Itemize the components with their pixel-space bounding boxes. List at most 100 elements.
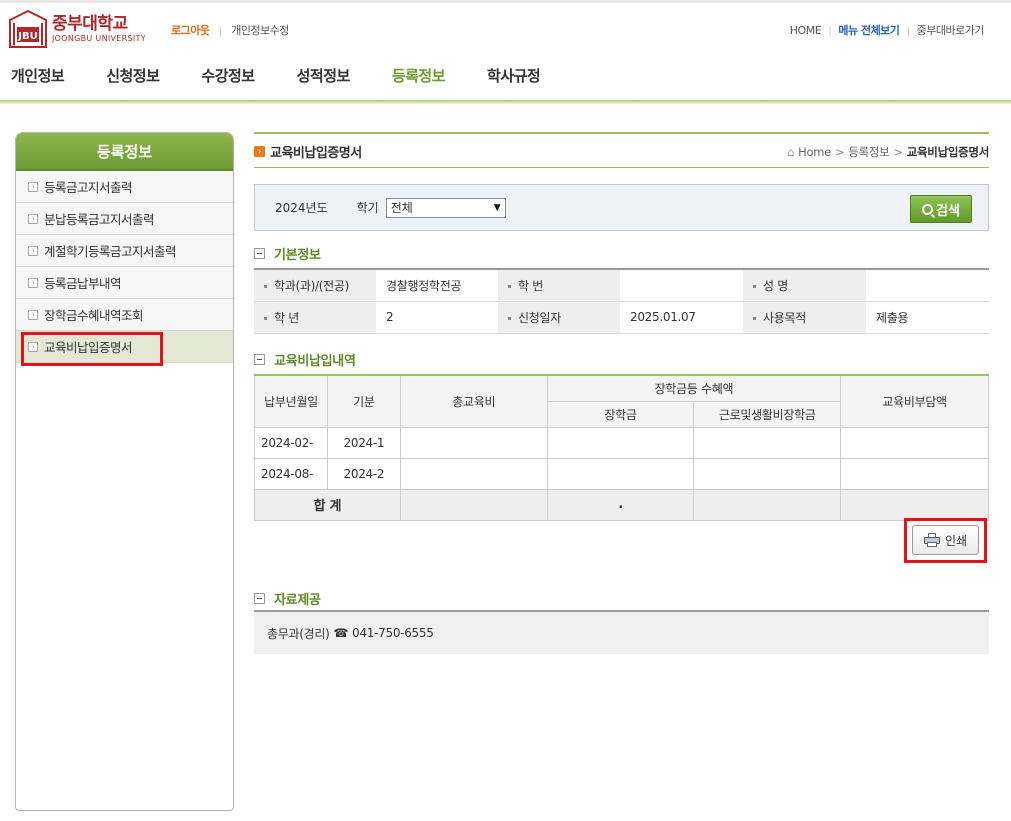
term-label: 학기	[356, 201, 379, 215]
provide-title: 자료제공	[274, 593, 321, 608]
sidebar-item-label: 장학금수혜내역조회	[44, 308, 144, 323]
nav-course-info[interactable]: 수강정보	[201, 65, 255, 91]
title-bullet-icon: ›	[254, 146, 265, 157]
col-header-total: 총교육비	[399, 374, 548, 428]
university-logo[interactable]: JBU 중부대학교 JOONGBU UNIVERSITY	[8, 9, 146, 49]
sidebar: 등록정보 › 등록금고지서출력 › 분납등록금고지서출력 › 계절학기등록금고지서출력…	[15, 132, 234, 811]
title-bottom-line	[254, 167, 989, 168]
term-select-value: 전체	[390, 201, 413, 215]
burden-sum-cell	[840, 488, 989, 521]
highlight-box-sidebar	[21, 332, 163, 366]
payment-date-cell: 2024-02-	[254, 426, 328, 459]
sidebar-title: 등록정보	[16, 133, 233, 171]
work-scholarship-cell	[693, 426, 842, 459]
chevron-right-icon: ›	[28, 181, 38, 192]
nav-personal-info[interactable]: 개인정보	[11, 65, 65, 91]
university-emblem-icon: JBU	[8, 9, 48, 48]
logout-link[interactable]: 로그아웃	[171, 22, 210, 38]
col-header-work-scholarship: 근로및생활비장학금	[693, 400, 842, 428]
provide-panel: 총무과(경리) ☎ 041-750-6555	[254, 610, 989, 654]
provide-dept: 총무과(경리)	[267, 626, 330, 641]
col-header-burden: 교육비부담액	[840, 374, 989, 428]
search-panel: 2024년도 학기 전체 ▼ 검색	[254, 184, 989, 231]
nav-registration-info[interactable]: 등록정보	[392, 65, 446, 91]
payment-date-cell: 2024-08-	[254, 457, 328, 490]
term-select[interactable]: 전체 ▼	[385, 197, 506, 218]
provide-heading: 자료제공	[254, 589, 321, 608]
logo-korean-name: 중부대학교	[52, 14, 128, 34]
grade-value: 2	[376, 301, 498, 334]
col-header-date: 납부년월일	[254, 374, 328, 428]
home-icon: ⌂	[787, 145, 795, 159]
sidebar-item-label: 등록금고지서출력	[44, 180, 133, 195]
sidebar-item-tuition-notice[interactable]: › 등록금고지서출력	[16, 171, 233, 203]
breadcrumb-registration[interactable]: 등록정보	[848, 144, 889, 160]
page-title-text: 교육비납입증명서	[270, 146, 362, 161]
apply-date-label: 신청일자	[498, 301, 620, 334]
sidebar-item-payment-history[interactable]: › 등록금납부내역	[16, 267, 233, 299]
purpose-label: 사용목적	[743, 301, 866, 334]
table-row: 2024-08- 2024-2	[254, 457, 989, 490]
sidebar-item-label: 등록금납부내역	[44, 276, 122, 291]
collapse-icon	[254, 248, 265, 259]
chevron-right-icon: ›	[28, 245, 38, 256]
apply-date-value: 2025.01.07	[620, 301, 743, 334]
total-cell	[399, 426, 548, 459]
col-header-term: 기분	[326, 374, 401, 428]
nav-grade-info[interactable]: 성적정보	[297, 65, 351, 91]
site-utility-links: HOME | 메뉴 전체보기 | 중부대바로가기	[790, 22, 985, 38]
sidebar-item-label: 분납등록금고지서출력	[44, 212, 155, 227]
sidebar-item-installment-notice[interactable]: › 분납등록금고지서출력	[16, 203, 233, 235]
separator: |	[828, 23, 832, 37]
chevron-right-icon: ›	[28, 277, 38, 288]
col-header-scholarship-group: 장학금등 수혜액	[546, 374, 842, 402]
chevron-right-icon: ›	[28, 309, 38, 320]
sidebar-item-seasonal-notice[interactable]: › 계절학기등록금고지서출력	[16, 235, 233, 267]
shortcut-link[interactable]: 중부대바로가기	[917, 22, 985, 38]
work-scholarship-sum-cell	[693, 488, 842, 521]
search-button[interactable]: 검색	[910, 195, 972, 223]
payment-term-cell: 2024-2	[326, 457, 401, 490]
user-utility-links: 로그아웃 | 개인정보수정	[171, 22, 289, 38]
edit-profile-link[interactable]: 개인정보수정	[231, 22, 289, 38]
main-navigation: 개인정보 신청정보 수강정보 성적정보 등록정보 학사규정	[0, 65, 541, 91]
home-link[interactable]: HOME	[790, 24, 822, 37]
total-sum-cell	[399, 488, 548, 521]
payment-term-cell: 2024-1	[326, 426, 401, 459]
sidebar-item-label: 계절학기등록금고지서출력	[44, 244, 177, 259]
col-header-scholarship: 장학금	[546, 400, 695, 428]
name-label: 성 명	[743, 269, 866, 302]
search-button-label: 검색	[936, 203, 960, 219]
scholarship-cell	[546, 457, 695, 490]
search-icon	[922, 203, 934, 215]
sidebar-item-scholarship-history[interactable]: › 장학금수혜내역조회	[16, 299, 233, 331]
svg-text:JBU: JBU	[17, 31, 37, 42]
navigation-underline	[0, 100, 1011, 104]
basic-info-table: 학과(과)/(전공) 경찰행정학전공 학 번 성 명 학 년 2 신청일자 20…	[254, 268, 989, 334]
page-title: › 교육비납입증명서	[254, 142, 362, 161]
nav-application-info[interactable]: 신청정보	[106, 65, 160, 91]
phone-icon: ☎	[333, 626, 349, 640]
scholarship-cell	[546, 426, 695, 459]
breadcrumb-home[interactable]: Home	[798, 145, 831, 159]
burden-cell	[840, 426, 989, 459]
year-label: 2024년도	[275, 201, 328, 215]
nav-academic-rules[interactable]: 학사규정	[487, 65, 541, 91]
chevron-down-icon: ▼	[493, 202, 501, 213]
table-header-row: 납부년월일 기분 총교육비 장학금등 수혜액 교육비부담액	[254, 374, 989, 428]
table-row: 학과(과)/(전공) 경찰행정학전공 학 번 성 명	[254, 269, 989, 302]
grade-label: 학 년	[254, 301, 376, 334]
title-top-line	[254, 132, 989, 134]
basic-info-heading: 기본정보	[254, 244, 321, 263]
menu-all-link[interactable]: 메뉴 전체보기	[838, 22, 900, 38]
payment-heading: 교육비납입내역	[254, 350, 356, 369]
breadcrumb: ⌂ Home > 등록정보 > 교육비납입증명서	[787, 144, 989, 160]
dept-label: 학과(과)/(전공)	[254, 269, 376, 302]
breadcrumb-current: 교육비납입증명서	[906, 145, 990, 159]
chevron-right-icon: >	[834, 145, 845, 159]
separator: |	[906, 23, 910, 37]
payment-title: 교육비납입내역	[274, 354, 356, 369]
total-cell	[399, 457, 548, 490]
student-no-value	[620, 269, 743, 302]
student-no-label: 학 번	[498, 269, 620, 302]
